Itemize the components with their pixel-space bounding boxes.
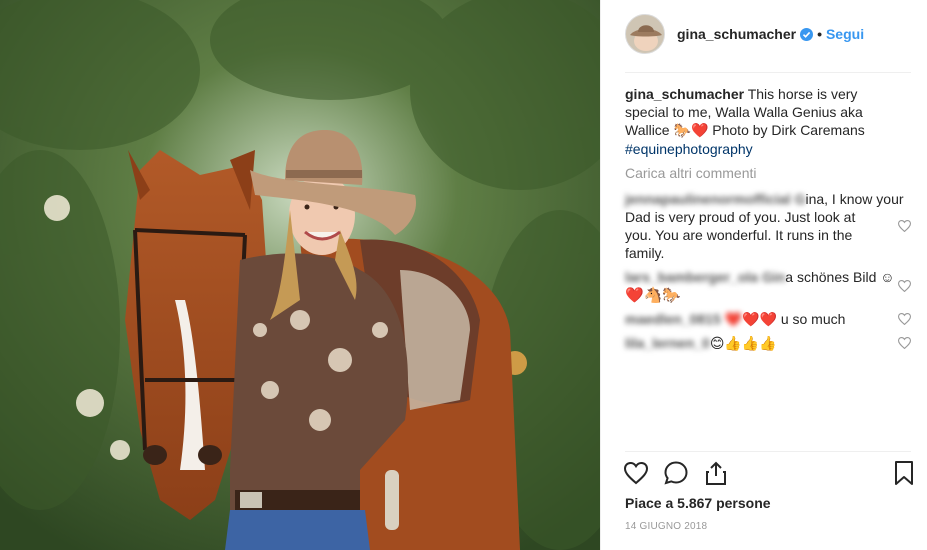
caption-photo-credit: Photo by Dirk Caremans — [712, 122, 865, 138]
comment-emoji: ❤️❤️ — [742, 312, 777, 328]
like-icon[interactable] — [623, 460, 649, 486]
load-more-comments-button[interactable]: Carica altri commenti — [625, 165, 756, 181]
comment-text: you. You are wonderful. It runs in the — [625, 227, 853, 243]
comment-item: lars_bamberger_ola Gina schönes Bild ☺ ❤… — [625, 268, 895, 304]
caption-text-1: This horse is very — [747, 86, 858, 102]
comment-like-icon[interactable] — [898, 313, 911, 325]
comment-item: jennapaulinenormofficial Gina, I know yo… — [625, 190, 904, 262]
comment-text: u so much — [780, 311, 846, 327]
comment-text: Dad is very proud of you. Just look at — [625, 209, 856, 225]
header-separator: • — [817, 26, 822, 42]
comment-username[interactable]: lars_bamberger_ola Gin — [625, 269, 785, 285]
comment-username[interactable]: lila_lernen_0 — [625, 335, 710, 351]
comment-item: lila_lernen_0😊👍👍👍 — [625, 334, 895, 353]
photo-image — [0, 0, 600, 550]
comment-text: a schönes Bild ☺ — [785, 269, 895, 285]
post-header: gina_schumacher • Segui — [625, 12, 864, 56]
likes-count[interactable]: Piace a 5.867 persone — [625, 495, 771, 511]
bookmark-icon[interactable] — [891, 460, 917, 486]
follow-button[interactable]: Segui — [826, 26, 864, 42]
comment-like-icon[interactable] — [898, 337, 911, 349]
comment-emoji: 😊👍👍👍 — [709, 336, 777, 352]
divider — [625, 451, 911, 452]
caption-text-3: Wallice — [625, 122, 670, 138]
comment-icon[interactable] — [663, 460, 689, 486]
caption-username[interactable]: gina_schumacher — [625, 86, 744, 102]
caption-text-2: special to me, Walla Walla Genius aka — [625, 104, 863, 120]
verified-badge-icon — [800, 27, 814, 41]
post-photo[interactable] — [0, 0, 600, 550]
post-actions — [623, 460, 913, 488]
comment-text: ina, I know your — [805, 191, 904, 207]
post-date: 14 GIUGNO 2018 — [625, 521, 708, 532]
comment-like-icon[interactable] — [898, 220, 911, 232]
header-username[interactable]: gina_schumacher — [677, 26, 796, 42]
share-icon[interactable] — [703, 460, 729, 486]
comment-emoji: ❤️🐴🐎 — [625, 286, 682, 304]
comment-like-icon[interactable] — [898, 280, 911, 292]
post-sidebar: gina_schumacher • Segui gina_schumacher … — [600, 0, 927, 550]
divider — [625, 72, 911, 73]
comment-item: maedlen_0815 ❤️❤️❤️ u so much — [625, 310, 895, 329]
caption-hashtag[interactable]: #equinephotography — [625, 140, 895, 158]
caption-emoji-heart: ❤️ — [690, 123, 709, 139]
comment-username[interactable]: maedlen_0815 ❤️ — [625, 311, 742, 327]
comment-username[interactable]: jennapaulinenormofficial G — [625, 191, 805, 207]
avatar[interactable] — [625, 14, 665, 54]
caption-emoji-horse: 🐎 — [673, 123, 691, 139]
post-caption: gina_schumacher This horse is very speci… — [625, 85, 895, 158]
comment-text: family. — [625, 245, 665, 261]
